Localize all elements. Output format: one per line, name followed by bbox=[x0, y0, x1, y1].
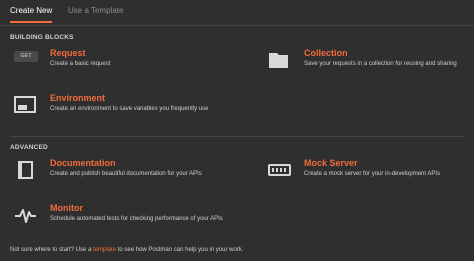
tab-bar: Create New Use a Template bbox=[0, 0, 474, 26]
tab-use-template[interactable]: Use a Template bbox=[68, 6, 123, 21]
environment-desc: Create an environment to save variables … bbox=[50, 106, 209, 112]
get-badge: GET bbox=[14, 51, 38, 62]
mock-server-title: Mock Server bbox=[304, 158, 358, 168]
template-link[interactable]: template bbox=[93, 247, 116, 253]
request-card[interactable]: GET Request Create a basic request bbox=[14, 48, 239, 84]
documentation-title: Documentation bbox=[50, 158, 116, 168]
footer-prefix: Not sure where to start? Use a bbox=[10, 247, 92, 253]
tab-create-new[interactable]: Create New bbox=[10, 6, 53, 23]
documentation-card[interactable]: Documentation Create and publish beautif… bbox=[14, 158, 239, 194]
monitor-desc: Schedule automated tests for checking pe… bbox=[50, 216, 223, 222]
monitor-title: Monitor bbox=[50, 203, 83, 213]
monitor-card[interactable]: Monitor Schedule automated tests for che… bbox=[14, 203, 239, 239]
create-new-modal: Create New Use a Template BUILDING BLOCK… bbox=[0, 0, 474, 261]
collection-title: Collection bbox=[304, 48, 348, 58]
collection-desc: Save your requests in a collection for r… bbox=[304, 61, 457, 67]
documentation-desc: Create and publish beautiful documentati… bbox=[50, 171, 202, 177]
environment-title: Environment bbox=[50, 93, 106, 103]
collection-card[interactable]: Collection Save your requests in a colle… bbox=[268, 48, 468, 84]
environment-icon bbox=[14, 96, 36, 113]
mock-server-card[interactable]: Mock Server Create a mock server for you… bbox=[268, 158, 468, 194]
book-icon bbox=[18, 161, 33, 179]
section-advanced: ADVANCED bbox=[10, 144, 48, 151]
section-building-blocks: BUILDING BLOCKS bbox=[10, 34, 74, 41]
footer-suffix: to see how Postman can help you in your … bbox=[117, 247, 244, 253]
footer-hint: Not sure where to start? Use a template … bbox=[10, 247, 243, 253]
environment-card[interactable]: Environment Create an environment to sav… bbox=[14, 93, 239, 129]
mock-server-desc: Create a mock server for your in-develop… bbox=[304, 171, 441, 177]
server-icon bbox=[268, 164, 291, 176]
request-title: Request bbox=[50, 48, 86, 58]
request-desc: Create a basic request bbox=[50, 61, 111, 67]
pulse-icon bbox=[15, 209, 36, 223]
folder-icon bbox=[269, 53, 288, 68]
section-divider bbox=[10, 136, 464, 137]
